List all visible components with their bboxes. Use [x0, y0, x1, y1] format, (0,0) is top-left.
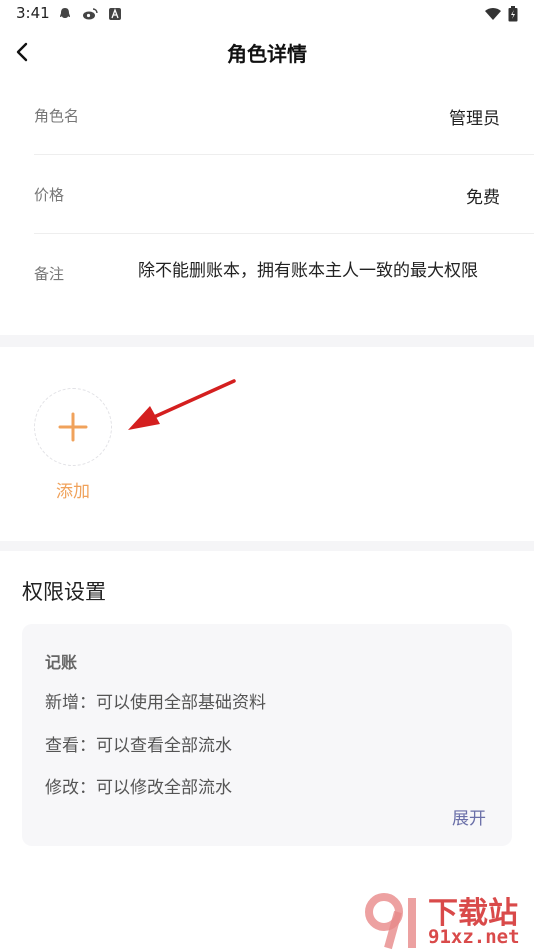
permissions-title: 权限设置	[22, 580, 106, 604]
price-label: 价格	[34, 186, 65, 204]
permission-item: 查看：可以查看全部流水	[45, 736, 232, 756]
plus-icon	[58, 412, 88, 442]
note-label: 备注	[34, 265, 65, 283]
divider	[34, 233, 534, 234]
app-notification-icon	[108, 6, 122, 20]
permission-item: 新增：可以使用全部基础资料	[45, 693, 266, 713]
divider	[34, 154, 534, 155]
watermark: 下载站 91xz.net	[362, 888, 534, 950]
note-value: 除不能删账本，拥有账本主人一致的最大权限	[138, 261, 478, 281]
role-name-value: 管理员	[449, 109, 500, 129]
expand-button[interactable]: 展开	[452, 804, 486, 829]
status-bar: 3:41	[0, 0, 534, 28]
permission-item: 修改：可以修改全部流水	[45, 778, 232, 798]
add-label[interactable]: 添加	[34, 477, 112, 502]
status-time: 3:41	[16, 4, 50, 22]
permission-category: 记账	[45, 653, 78, 672]
watermark-url: 91xz.net	[428, 926, 520, 948]
annotation-arrow	[128, 379, 236, 430]
add-button[interactable]	[34, 388, 112, 466]
section-gap	[0, 335, 534, 347]
battery-icon	[508, 6, 518, 22]
qq-notification-icon	[58, 6, 72, 20]
section-gap	[0, 541, 534, 551]
price-value: 免费	[466, 188, 500, 208]
wifi-icon	[484, 6, 502, 20]
watermark-logo-icon	[365, 893, 416, 950]
weibo-notification-icon	[82, 6, 98, 20]
page-title: 角色详情	[227, 42, 307, 66]
role-name-label: 角色名	[34, 107, 80, 125]
